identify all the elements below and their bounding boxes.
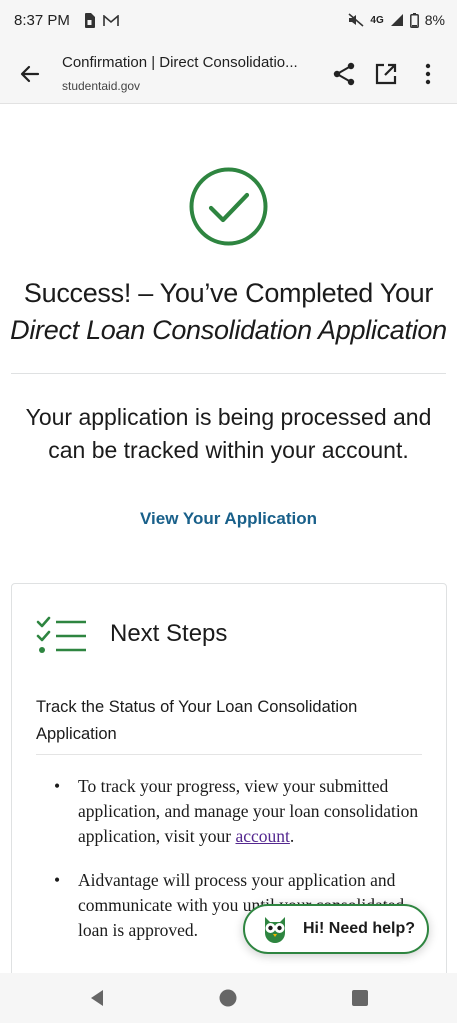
bullet-dot: • [54,870,61,890]
status-time: 8:37 PM [14,12,70,29]
network-type: 4G [370,14,384,26]
back-arrow-icon[interactable] [16,60,44,88]
list-item: • To track your progress, view your subm… [36,774,426,849]
notification-icons [84,13,119,28]
mute-icon [348,13,364,27]
more-options-icon[interactable] [415,61,441,87]
next-steps-heading: Next Steps [110,620,228,647]
share-icon[interactable] [331,61,357,87]
checklist-icon [36,616,86,653]
open-external-icon[interactable] [373,61,399,87]
help-chat-button[interactable]: Hi! Need help? [243,904,429,954]
nav-back-icon[interactable] [88,989,106,1007]
account-link[interactable]: account [235,826,289,846]
status-bar: 8:37 PM 4G 8% [0,0,457,44]
nav-recents-icon[interactable] [351,989,369,1007]
divider [11,373,446,374]
page-title: Confirmation | Direct Consolidatio... [62,54,298,71]
help-label: Hi! Need help? [303,920,416,937]
owl-mascot-icon [265,917,285,943]
processed-message: Your application is being processed and … [25,404,432,463]
sim-card-icon [85,13,95,28]
nav-home-icon[interactable] [219,989,237,1007]
gmail-icon [103,14,119,26]
signal-icon [390,14,403,26]
battery-level: 8% [424,12,445,28]
browser-toolbar: Confirmation | Direct Consolidatio... st… [0,44,457,104]
bullet-dot: • [54,776,61,796]
success-heading-line1: Success! – You’ve Completed Your [23,278,434,308]
system-navigation-bar [0,973,457,1023]
status-right: 4G 8% [348,12,445,28]
page-domain: studentaid.gov [62,79,141,93]
battery-icon [409,12,419,28]
bullet-period: . [289,826,295,846]
track-status-heading: Track the Status of Your Loan Consolidat… [36,698,358,743]
success-heading: Success! – You’ve Completed Your Direct … [0,275,457,349]
success-heading-line2: Direct Loan Consolidation Application [10,315,447,345]
success-check-icon [189,167,268,246]
page-content: Success! – You’ve Completed Your Direct … [0,105,457,973]
view-application-link[interactable]: View Your Application [0,509,457,529]
card-divider [36,754,422,755]
